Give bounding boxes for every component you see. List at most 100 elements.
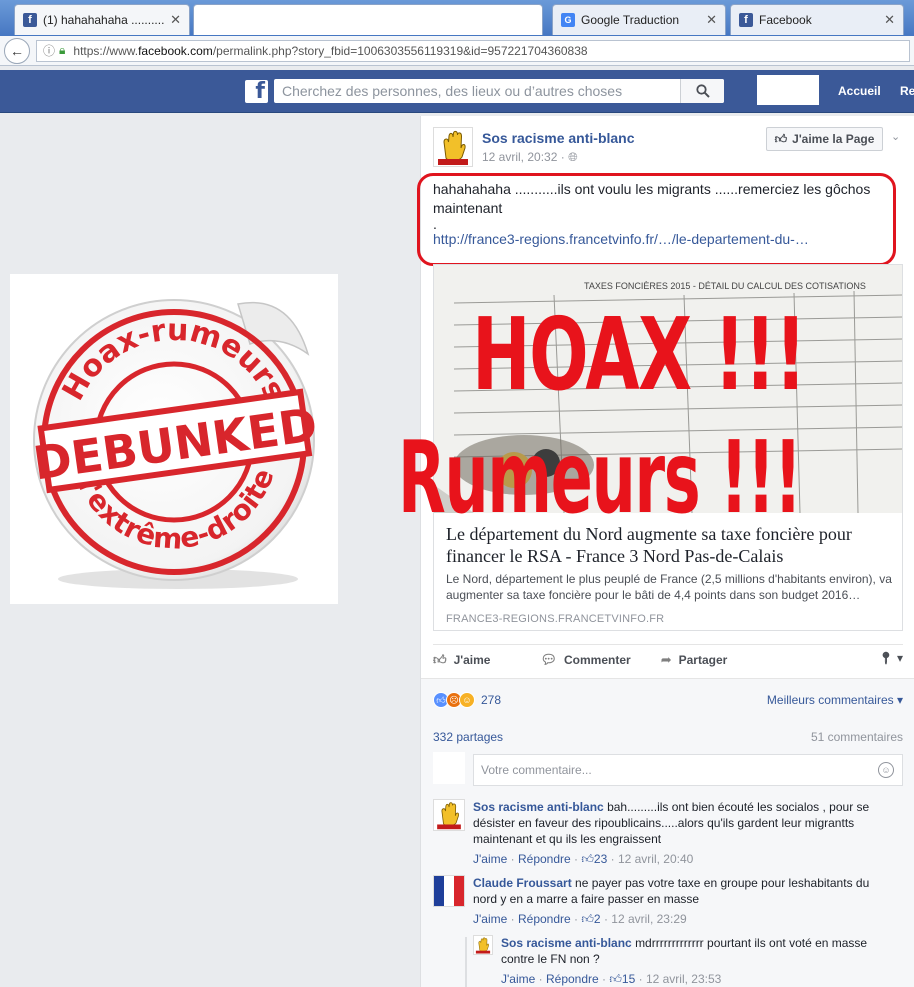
nav-partial-link[interactable]: Re bbox=[900, 84, 914, 98]
post-author-link[interactable]: Sos racisme anti-blanc bbox=[482, 130, 635, 146]
hand-sign-icon bbox=[474, 936, 492, 954]
link-preview-domain: FRANCE3-REGIONS.FRANCETVINFO.FR bbox=[446, 613, 665, 625]
commenter-avatar[interactable] bbox=[433, 799, 465, 831]
post-options-chevron-icon[interactable]: ⌄ bbox=[891, 130, 900, 143]
reactions-summary[interactable]: 👍︎ ☹ ☺ 278 bbox=[433, 692, 501, 708]
facebook-post: Sos racisme anti-blanc 12 avril, 20:32 ·… bbox=[417, 116, 914, 987]
facebook-top-bar: f Accueil Re bbox=[0, 70, 914, 113]
pin-icon: 📍︎ bbox=[878, 651, 894, 665]
chevron-down-icon: ▾ bbox=[896, 651, 903, 665]
comment-time[interactable]: 12 avril, 20:40 bbox=[618, 852, 693, 866]
back-arrow-icon: ← bbox=[10, 42, 24, 59]
facebook-icon: f bbox=[23, 13, 37, 27]
search-bar bbox=[274, 79, 724, 103]
comment-sort-dropdown[interactable]: Meilleurs commentaires ▾ bbox=[767, 693, 903, 707]
comment-item: Sos racisme anti-blanc bah.........ils o… bbox=[433, 799, 903, 867]
browser-tab-facebook[interactable]: f Facebook ✕ bbox=[730, 4, 904, 35]
post-timestamp[interactable]: 12 avril, 20:32 bbox=[482, 150, 557, 164]
share-label: Partager bbox=[678, 652, 728, 667]
nav-home-link[interactable]: Accueil bbox=[838, 84, 881, 98]
search-icon bbox=[695, 84, 710, 98]
comment-reply-link[interactable]: Répondre bbox=[518, 912, 571, 926]
close-icon[interactable]: ✕ bbox=[884, 12, 895, 28]
hoax-overlay-text: HOAX !!! bbox=[472, 296, 807, 413]
debunked-sticker-image: Hoax-rumeurs d'extrême-droite DEBUNKED bbox=[10, 274, 338, 604]
page-avatar[interactable] bbox=[433, 127, 473, 167]
thumbs-up-icon: 👍︎ bbox=[433, 651, 447, 667]
comment-button[interactable]: 💬︎ Commenter bbox=[540, 652, 630, 668]
url-field[interactable]: ⓘ 🔒︎ https://www. facebook.com/permalink.… bbox=[36, 39, 910, 62]
comment-reply-link[interactable]: Répondre bbox=[546, 972, 599, 986]
comment-time[interactable]: 12 avril, 23:29 bbox=[611, 912, 686, 926]
search-input[interactable] bbox=[274, 80, 680, 102]
comment-author[interactable]: Sos racisme anti-blanc bbox=[501, 936, 632, 950]
close-icon[interactable]: ✕ bbox=[170, 12, 181, 28]
url-domain: facebook.com bbox=[138, 43, 213, 58]
comment-meta: J'aime · Répondre · 👍︎15 · 12 avril, 23:… bbox=[501, 972, 722, 986]
audience-selector[interactable]: 📍︎ ▾ bbox=[878, 651, 903, 665]
comment-body: Sos racisme anti-blanc bah.........ils o… bbox=[473, 799, 893, 867]
shares-count[interactable]: 332 partages bbox=[433, 730, 503, 744]
share-button[interactable]: ➦ Partager bbox=[661, 652, 728, 668]
close-icon[interactable]: ✕ bbox=[706, 12, 717, 28]
comment-reply-link[interactable]: Répondre bbox=[518, 852, 571, 866]
emoji-icon[interactable]: ☺ bbox=[878, 762, 894, 778]
post-meta: 12 avril, 20:32 · 🌐︎ bbox=[482, 150, 578, 165]
comment-author[interactable]: Sos racisme anti-blanc bbox=[473, 800, 604, 814]
post-action-bar: 👍︎ J'aime 💬︎ Commenter ➦ Partager 📍︎ ▾ bbox=[433, 644, 903, 674]
sort-label: Meilleurs commentaires bbox=[766, 693, 894, 707]
comment-like-link[interactable]: J'aime bbox=[473, 852, 507, 866]
browser-tab-bar: f (1) hahahahaha ........... ✕ G Google … bbox=[0, 0, 914, 36]
like-page-label: J'aime la Page bbox=[792, 132, 875, 146]
comment-input[interactable] bbox=[481, 763, 878, 777]
comment-like-count[interactable]: 👍︎2 bbox=[581, 912, 600, 926]
commenter-avatar[interactable] bbox=[433, 875, 465, 907]
tab-title: (1) hahahahaha ........... bbox=[43, 13, 165, 27]
comment-meta: J'aime · Répondre · 👍︎23 · 12 avril, 20:… bbox=[473, 852, 694, 866]
thumbs-up-icon: 👍︎ bbox=[581, 912, 594, 926]
lock-icon: 🔒︎ bbox=[59, 43, 66, 57]
comment-author[interactable]: Claude Froussart bbox=[473, 876, 572, 890]
facebook-logo-icon[interactable]: f bbox=[245, 80, 268, 103]
like-button[interactable]: 👍︎ J'aime bbox=[433, 652, 490, 668]
browser-tab-blank[interactable] bbox=[193, 4, 543, 35]
comment-like-count[interactable]: 👍︎23 bbox=[581, 852, 607, 866]
chevron-down-icon: ▾ bbox=[896, 693, 903, 707]
commenter-avatar[interactable] bbox=[473, 935, 493, 955]
comment-like-link[interactable]: J'aime bbox=[473, 912, 507, 926]
tab-title: Facebook bbox=[759, 13, 812, 27]
browser-tab-facebook-post[interactable]: f (1) hahahahaha ........... ✕ bbox=[14, 4, 190, 35]
comment-like-link[interactable]: J'aime bbox=[501, 972, 535, 986]
hand-sign-icon bbox=[434, 128, 472, 166]
browser-tab-google-translate[interactable]: G Google Traduction ✕ bbox=[552, 4, 726, 35]
comment-body: Sos racisme anti-blanc mdrrrrrrrrrrrrr p… bbox=[501, 935, 891, 987]
comment-time[interactable]: 12 avril, 23:53 bbox=[646, 972, 721, 986]
globe-icon: · 🌐︎ bbox=[560, 150, 578, 164]
like-label: J'aime bbox=[453, 652, 491, 667]
search-button[interactable] bbox=[680, 79, 724, 103]
comment-label: Commenter bbox=[564, 652, 631, 667]
comment-item: Claude Froussart ne payer pas votre taxe… bbox=[433, 875, 903, 927]
like-page-button[interactable]: 👍︎ J'aime la Page bbox=[766, 127, 883, 151]
reply-item: Sos racisme anti-blanc mdrrrrrrrrrrrrr p… bbox=[473, 935, 903, 987]
profile-button[interactable] bbox=[757, 75, 819, 105]
thumbs-up-icon: 👍︎ bbox=[774, 131, 788, 146]
info-icon: ⓘ bbox=[43, 44, 56, 58]
share-arrow-icon: ➦ bbox=[660, 651, 672, 667]
thumbs-up-icon: 👍︎ bbox=[581, 852, 594, 866]
comment-like-count[interactable]: 👍︎15 bbox=[609, 972, 635, 986]
comments-section: 👍︎ ☹ ☺ 278 Meilleurs commentaires ▾ 332 … bbox=[421, 678, 914, 987]
back-button[interactable]: ← bbox=[4, 37, 30, 64]
thumbs-up-icon: 👍︎ bbox=[609, 972, 622, 986]
url-path: /permalink.php?story_fbid=10063035561193… bbox=[212, 43, 588, 58]
comment-box: ☺ bbox=[473, 754, 903, 786]
french-flag-icon bbox=[434, 876, 464, 906]
reply-thread-line bbox=[465, 937, 467, 987]
comment-meta: J'aime · Répondre · 👍︎2 · 12 avril, 23:2… bbox=[473, 912, 687, 926]
user-avatar bbox=[433, 752, 465, 784]
google-translate-icon: G bbox=[561, 13, 575, 27]
rumeurs-overlay-text: Rumeurs !!! bbox=[398, 419, 802, 536]
link-preview-description: Le Nord, département le plus peuplé de F… bbox=[446, 572, 892, 602]
comments-count[interactable]: 51 commentaires bbox=[811, 730, 903, 744]
highlight-box bbox=[417, 173, 896, 266]
